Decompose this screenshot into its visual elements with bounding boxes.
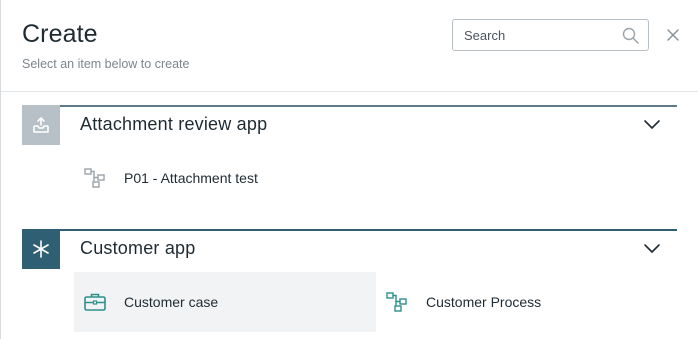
create-dialog: Create Select an item below to create At…: [0, 0, 698, 339]
group-header-attachment-review-app[interactable]: Attachment review app: [22, 105, 677, 145]
group-tile: [22, 229, 60, 269]
dialog-header: Create Select an item below to create: [1, 0, 698, 92]
briefcase-icon: [82, 289, 108, 315]
group-label: Attachment review app: [80, 114, 268, 134]
group-label: Customer app: [80, 238, 196, 258]
group-rule: [22, 229, 677, 231]
asterisk-icon: [33, 240, 49, 258]
group-rule: [22, 105, 677, 107]
process-flow-icon: [384, 289, 410, 315]
group-tile: [22, 105, 60, 145]
inbox-upload-icon: [33, 117, 49, 133]
process-flow-icon: [82, 165, 108, 191]
close-icon[interactable]: [663, 25, 683, 45]
list-item-p01-attachment-test[interactable]: P01 - Attachment test: [74, 148, 376, 208]
search-box[interactable]: [452, 19, 649, 51]
group-header-customer-app[interactable]: Customer app: [22, 229, 677, 269]
list-item-label: Customer case: [124, 294, 219, 310]
chevron-down-icon[interactable]: [642, 117, 662, 131]
search-icon[interactable]: [622, 27, 639, 44]
list-item-customer-case[interactable]: Customer case: [74, 272, 376, 332]
dialog-title: Create: [22, 20, 98, 48]
list-item-label: Customer Process: [426, 294, 542, 310]
list-item-label: P01 - Attachment test: [124, 170, 258, 186]
dialog-subtitle: Select an item below to create: [22, 57, 190, 71]
chevron-down-icon[interactable]: [642, 241, 662, 255]
list-item-customer-process[interactable]: Customer Process: [376, 272, 676, 332]
search-input[interactable]: [453, 20, 618, 50]
